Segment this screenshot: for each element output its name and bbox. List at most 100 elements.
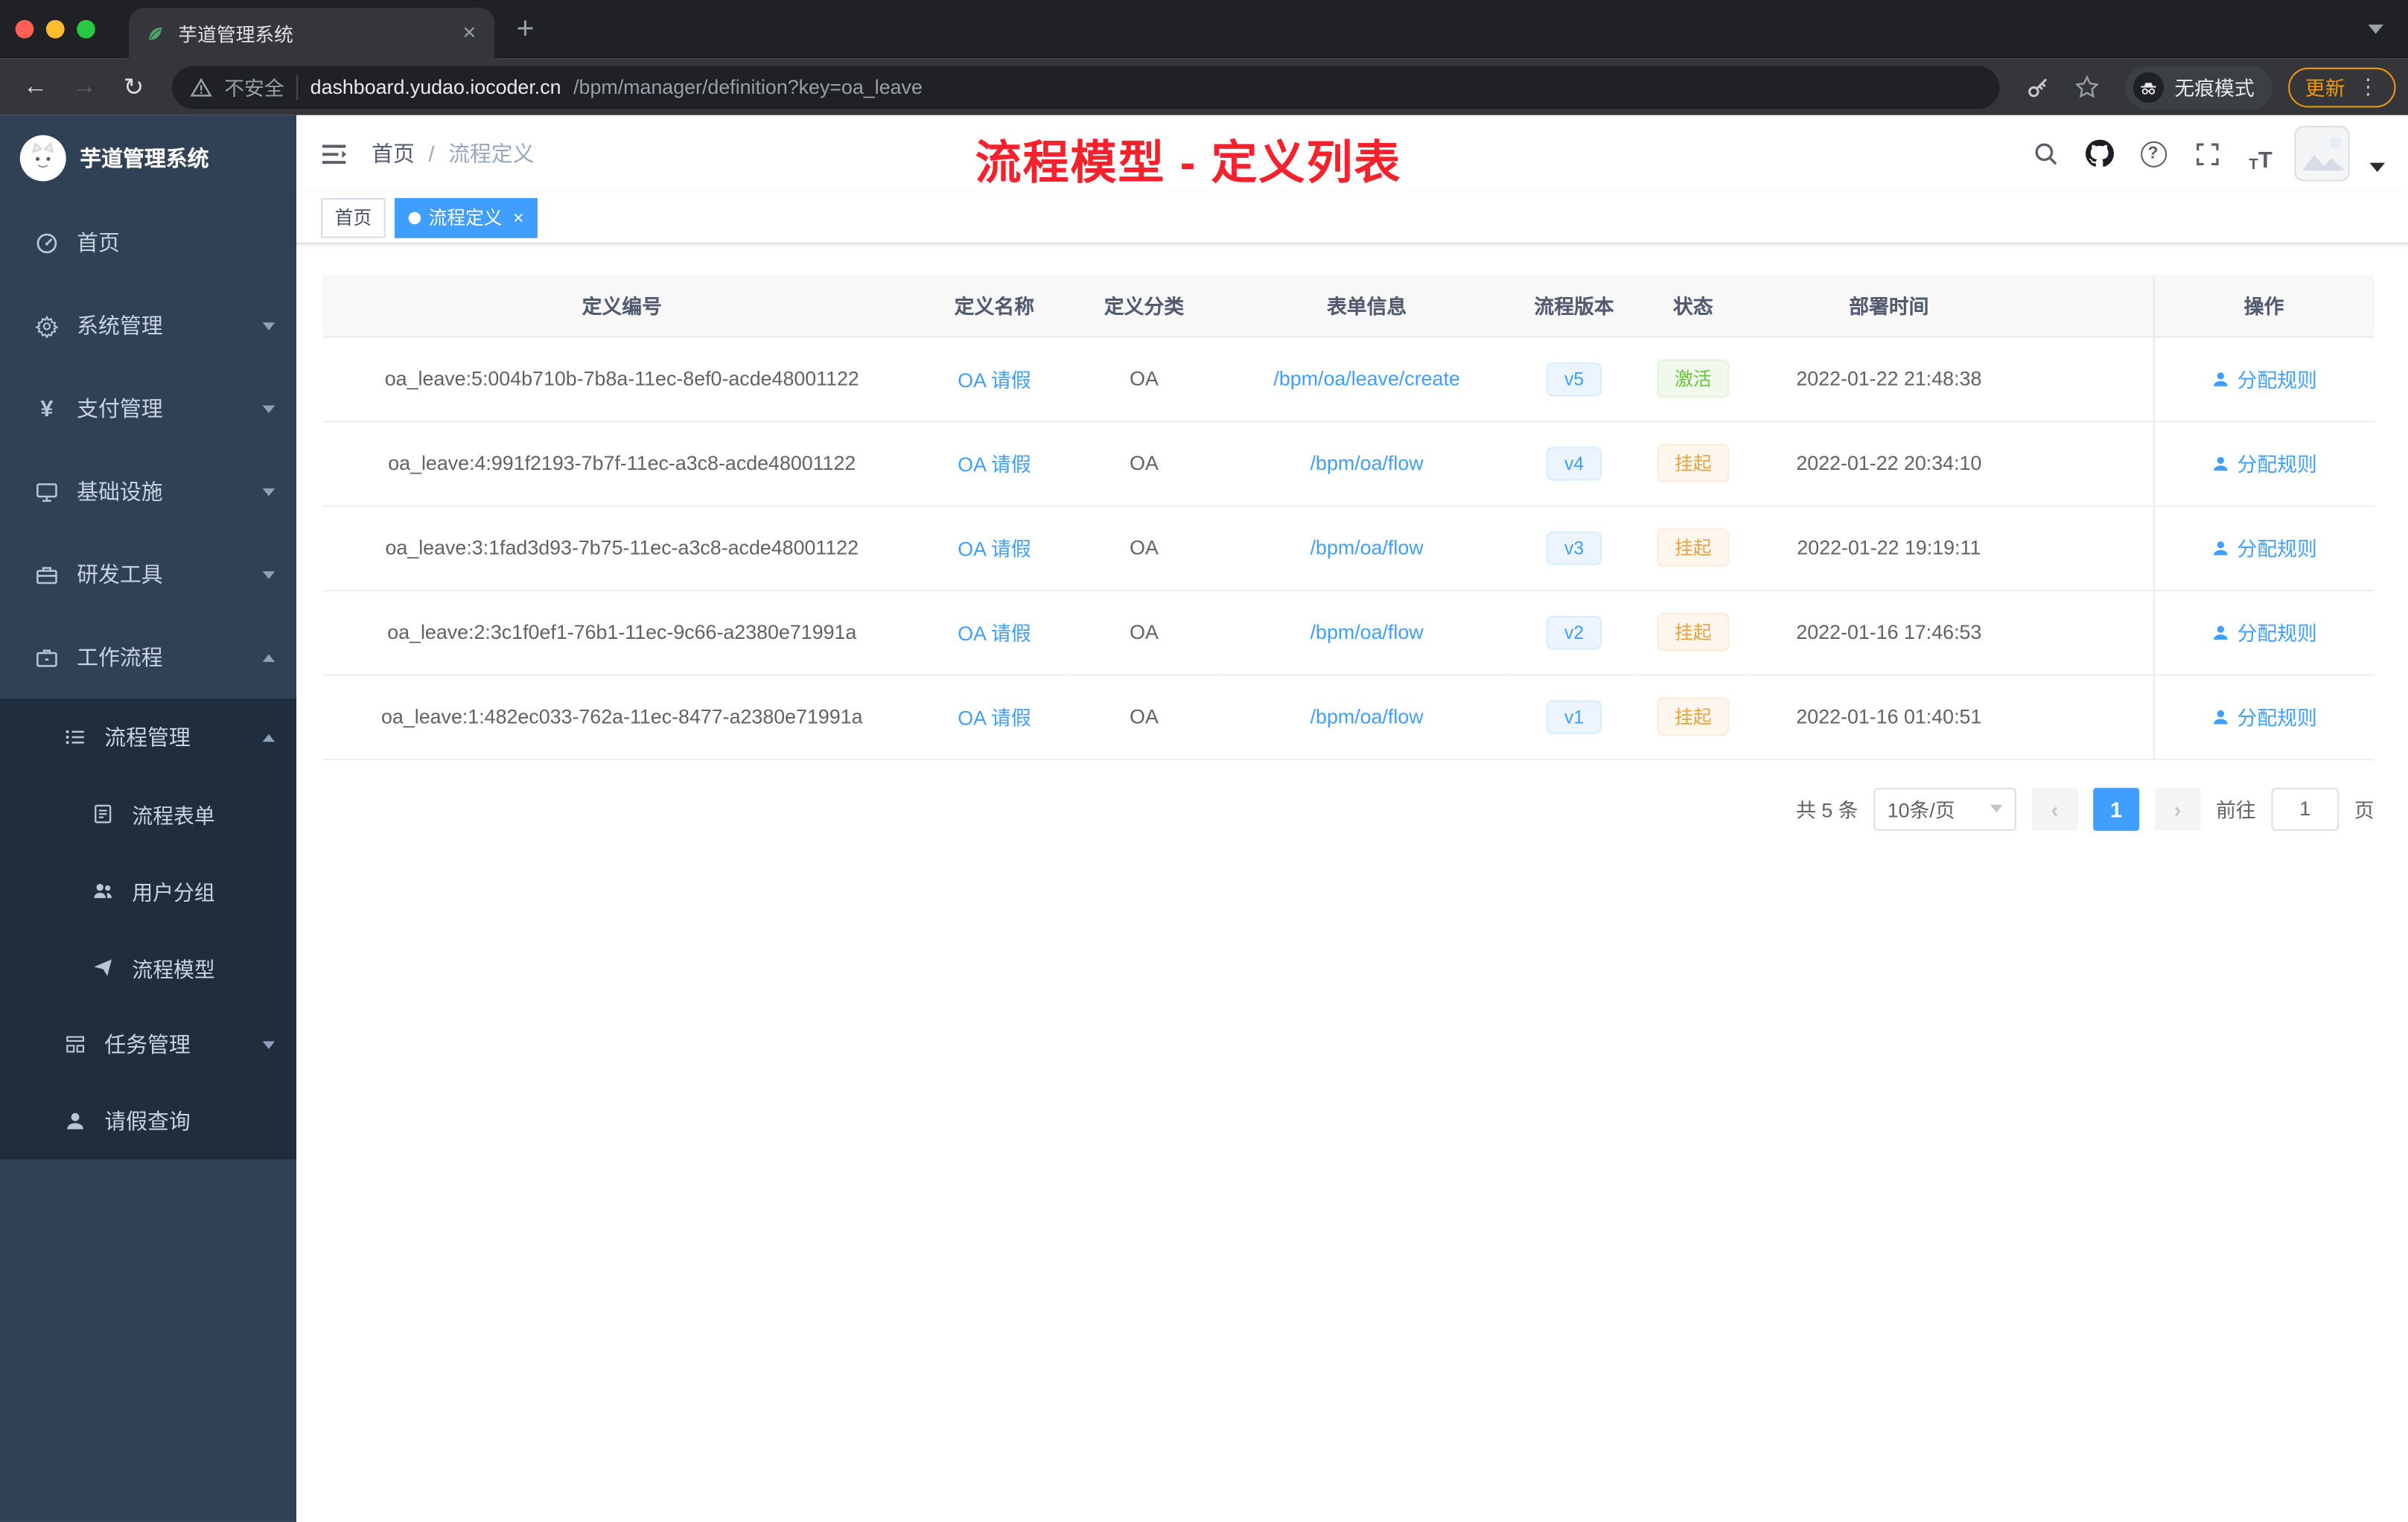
spacer-cell [2027, 674, 2153, 760]
navbar: 首页 / 流程定义 流程模型 - 定义列表 ? T T [296, 115, 2408, 192]
sidebar-logo-row[interactable]: 芋道管理系统 [0, 115, 296, 202]
page-number-button[interactable]: 1 [2093, 787, 2139, 830]
breadcrumb-current: 流程定义 [448, 141, 535, 166]
definition-id: oa_leave:2:3c1f0ef1-76b1-11ec-9c66-a2380… [322, 590, 922, 675]
definition-name-link[interactable]: OA 请假 [958, 707, 1031, 730]
form-link[interactable]: /bpm/oa/flow [1310, 620, 1424, 643]
status-badge: 挂起 [1657, 444, 1729, 483]
definition-name-link[interactable]: OA 请假 [958, 369, 1031, 392]
users-icon [89, 880, 115, 902]
help-icon[interactable]: ? [2133, 133, 2173, 173]
chevron-down-icon [262, 487, 275, 496]
update-label: 更新 [2305, 77, 2345, 101]
col-deploy-time: 部署时间 [1751, 275, 2028, 337]
goto-page-input[interactable]: 1 [2271, 787, 2339, 830]
definition-name-link[interactable]: OA 请假 [958, 622, 1031, 645]
assign-rule-link[interactable]: 分配规则 [2211, 533, 2317, 562]
form-link[interactable]: /bpm/oa/flow [1310, 536, 1424, 559]
version-tag: v1 [1546, 699, 1602, 733]
sidebar: 芋道管理系统 首页 系统管理 ¥ 支付管理 基础设施 研发工具 工作流程 流程管… [0, 115, 297, 1522]
spacer-cell [2027, 505, 2153, 591]
table-row: oa_leave:1:482ec033-762a-11ec-8477-a2380… [322, 674, 2374, 760]
prev-page-button[interactable]: ‹ [2031, 787, 2078, 830]
person-icon [62, 1110, 88, 1132]
tab-search-chevron-icon[interactable] [2368, 25, 2383, 34]
zoom-window-button[interactable] [77, 19, 95, 39]
deploy-time: 2022-01-22 19:19:11 [1751, 505, 2028, 591]
definition-id: oa_leave:4:991f2193-7b7f-11ec-a3c8-acde4… [322, 421, 922, 506]
sidebar-item-workflow[interactable]: 工作流程 [0, 616, 296, 698]
new-tab-button[interactable]: + [504, 7, 547, 51]
password-key-icon[interactable] [2015, 64, 2061, 110]
status-badge: 激活 [1657, 359, 1729, 398]
sidebar-item-user-group[interactable]: 用户分组 [0, 852, 297, 929]
tasks-icon [62, 1034, 88, 1055]
fullscreen-icon[interactable] [2187, 133, 2227, 173]
hamburger-icon[interactable] [319, 139, 348, 168]
sidebar-item-home[interactable]: 首页 [0, 201, 296, 284]
security-warning-icon [190, 76, 212, 98]
form-link[interactable]: /bpm/oa/flow [1310, 451, 1424, 474]
bookmark-star-icon[interactable] [2064, 64, 2110, 110]
form-link[interactable]: /bpm/oa/leave/create [1273, 367, 1459, 390]
breadcrumb-home[interactable]: 首页 [372, 138, 415, 169]
chrome-update-button[interactable]: 更新 ⋮ [2288, 66, 2396, 107]
sidebar-item-process-management[interactable]: 流程管理 [0, 698, 297, 776]
assign-rule-link[interactable]: 分配规则 [2211, 364, 2317, 393]
sidebar-item-process-form[interactable]: 流程表单 [0, 775, 297, 853]
incognito-profile-chip[interactable]: 无痕模式 [2125, 65, 2273, 109]
forward-button[interactable]: → [62, 64, 108, 110]
goto-unit: 页 [2354, 798, 2374, 822]
definition-name-link[interactable]: OA 请假 [958, 538, 1031, 561]
version-tag: v3 [1546, 530, 1602, 564]
minimize-window-button[interactable] [45, 19, 65, 39]
back-button[interactable]: ← [13, 64, 59, 110]
form-link[interactable]: /bpm/oa/flow [1310, 705, 1424, 728]
definition-category: OA [1067, 505, 1221, 591]
browser-toolbar: ← → ↻ 不安全 dashboard.yudao.iocoder.cn /bp… [0, 58, 2408, 115]
assign-rule-link[interactable]: 分配规则 [2211, 702, 2317, 731]
sidebar-item-payment[interactable]: ¥ 支付管理 [0, 367, 296, 450]
tab-close-icon[interactable]: × [459, 22, 479, 45]
url-path: /bpm/manager/definition?key=oa_leave [573, 75, 923, 98]
sidebar-item-process-model[interactable]: 流程模型 [0, 929, 297, 1006]
sidebar-item-infrastructure[interactable]: 基础设施 [0, 450, 296, 532]
sidebar-item-label: 基础设施 [77, 479, 163, 504]
assign-rule-link[interactable]: 分配规则 [2211, 617, 2317, 646]
sidebar-item-task-management[interactable]: 任务管理 [0, 1005, 297, 1083]
tag-process-definition[interactable]: 流程定义 × [395, 197, 538, 238]
navbar-actions: ? TT [2025, 126, 2386, 182]
reload-button[interactable]: ↻ [111, 64, 157, 110]
tag-home[interactable]: 首页 [321, 197, 386, 238]
sidebar-item-label: 支付管理 [77, 396, 163, 421]
sidebar-item-label: 流程管理 [104, 725, 191, 750]
definition-id: oa_leave:3:1fad3d93-7b75-11ec-a3c8-acde4… [322, 505, 922, 591]
page-size-select[interactable]: 10条/页 [1873, 787, 2016, 830]
avatar[interactable] [2294, 126, 2350, 182]
col-form-info: 表单信息 [1220, 275, 1513, 337]
sidebar-item-system[interactable]: 系统管理 [0, 284, 296, 367]
address-bar[interactable]: 不安全 dashboard.yudao.iocoder.cn /bpm/mana… [172, 65, 2000, 109]
browser-tab[interactable]: 芋道管理系统 × [129, 7, 495, 59]
version-tag: v4 [1546, 446, 1602, 480]
spacer-cell [2027, 336, 2153, 422]
table-row: oa_leave:5:004b710b-7b8a-11ec-8ef0-acde4… [322, 336, 2374, 422]
sidebar-item-leave-query[interactable]: 请假查询 [0, 1083, 297, 1160]
avatar-caret-icon[interactable] [2369, 162, 2386, 172]
tab-title: 芋道管理系统 [178, 25, 293, 46]
sidebar-item-devtools[interactable]: 研发工具 [0, 533, 296, 616]
github-icon[interactable] [2080, 133, 2120, 173]
incognito-label: 无痕模式 [2174, 77, 2255, 101]
tag-close-icon[interactable]: × [510, 208, 523, 226]
font-size-icon[interactable]: TT [2240, 133, 2281, 173]
browser-menu-icon[interactable]: ⋮ [2357, 74, 2379, 100]
list-icon [62, 727, 88, 748]
sidebar-item-label: 任务管理 [104, 1032, 191, 1057]
next-page-button[interactable]: › [2154, 787, 2201, 830]
close-window-button[interactable] [15, 19, 34, 39]
definition-name-link[interactable]: OA 请假 [958, 453, 1031, 476]
content: 定义编号 定义名称 定义分类 表单信息 流程版本 状态 部署时间 操作 oa_l… [296, 244, 2408, 1522]
app-root: 芋道管理系统 首页 系统管理 ¥ 支付管理 基础设施 研发工具 工作流程 流程管… [0, 115, 2408, 1522]
search-icon[interactable] [2025, 133, 2065, 173]
assign-rule-link[interactable]: 分配规则 [2211, 448, 2317, 477]
